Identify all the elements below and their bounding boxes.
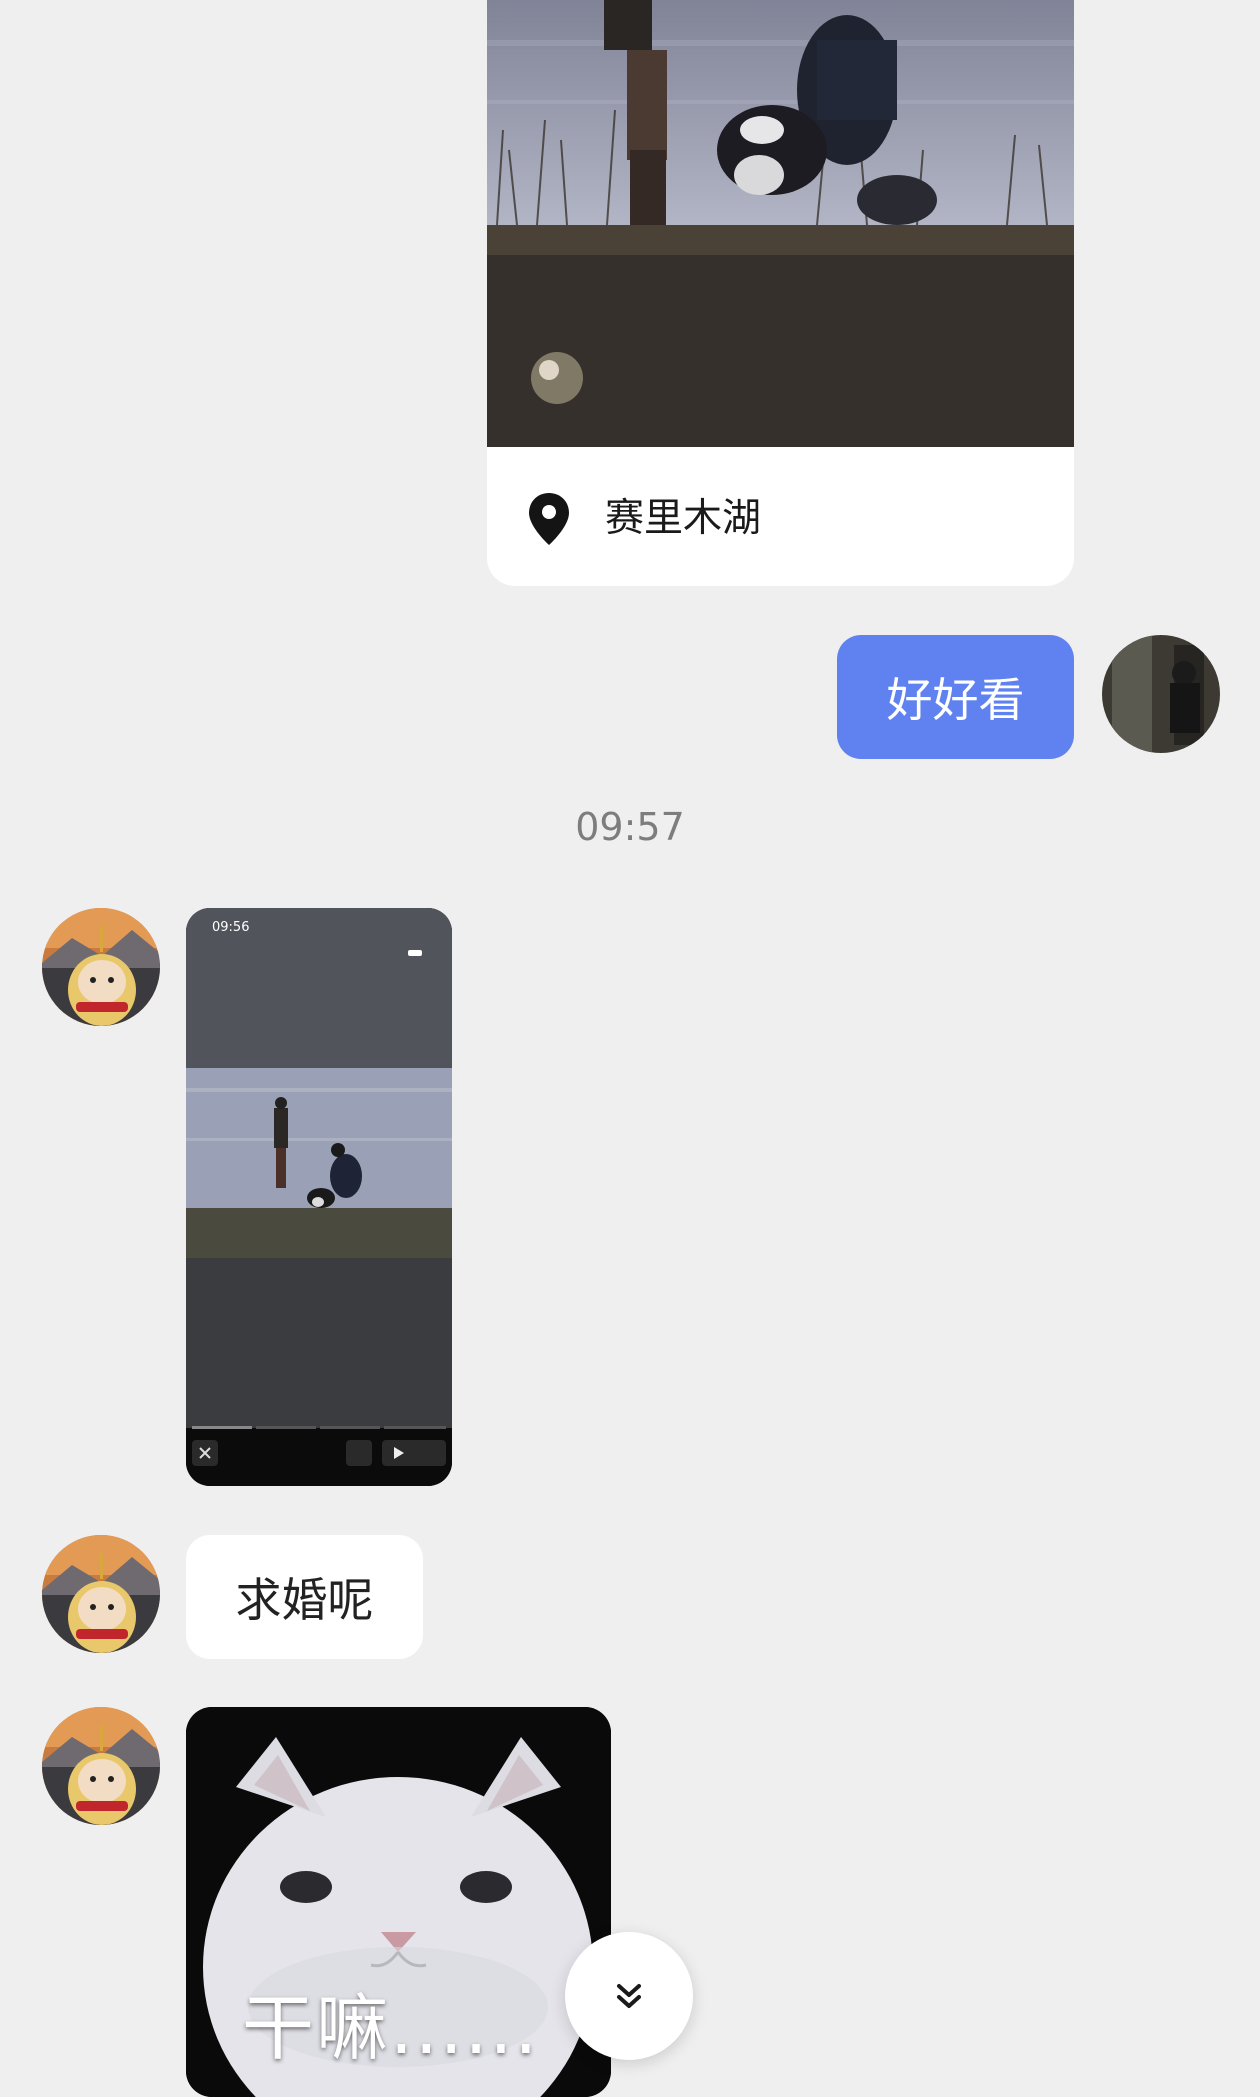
map-pin-icon (529, 493, 569, 545)
outgoing-message-text: 好好看 (886, 673, 1025, 727)
location-card[interactable]: 赛里木湖 (487, 0, 1074, 586)
sticker-caption: 干嘛...... (242, 1986, 540, 2070)
location-photo (487, 0, 1074, 447)
location-name: 赛里木湖 (605, 496, 762, 541)
incoming-message-text: 求婚呢 (235, 1573, 374, 1627)
outgoing-message-bubble[interactable]: 好好看 (837, 635, 1074, 759)
sticker-message[interactable]: 干嘛...... (186, 1707, 611, 2097)
video-status-time: 09:56 (212, 920, 250, 935)
my-avatar[interactable] (1102, 635, 1220, 753)
video-message[interactable]: 09:56 (186, 908, 452, 1486)
contact-avatar[interactable] (42, 1535, 160, 1653)
double-chevron-down-icon (617, 1984, 641, 2008)
contact-avatar[interactable] (42, 908, 160, 1026)
scroll-to-bottom-button[interactable] (565, 1932, 693, 2060)
contact-avatar[interactable] (42, 1707, 160, 1825)
incoming-message-bubble[interactable]: 求婚呢 (186, 1535, 423, 1659)
location-footer: 赛里木湖 (487, 447, 1074, 586)
message-timestamp: 09:57 (575, 805, 685, 849)
